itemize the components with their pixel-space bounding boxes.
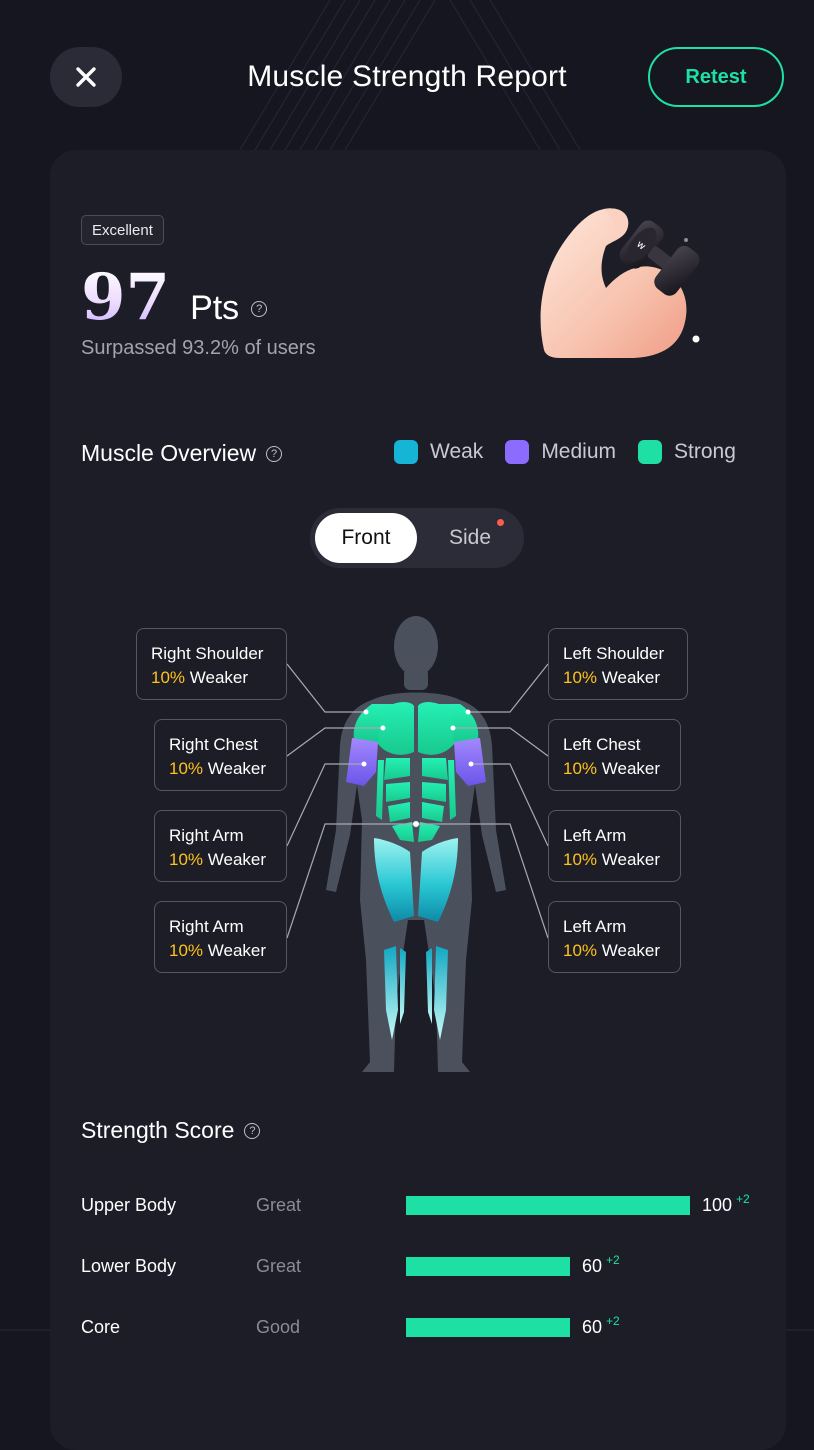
label-left-shoulder[interactable]: Left Shoulder 10% Weaker: [548, 628, 688, 700]
rating-badge: Excellent: [81, 215, 164, 245]
label-name: Left Chest: [563, 735, 641, 754]
strength-bar: [406, 1195, 690, 1215]
label-status: 10% Weaker: [151, 666, 272, 690]
label-left-arm[interactable]: Left Arm 10% Weaker: [548, 810, 681, 882]
tab-front[interactable]: Front: [315, 513, 417, 563]
label-status-text: Weaker: [207, 941, 267, 960]
strength-bar: [406, 1317, 570, 1337]
label-percent: 10%: [169, 850, 204, 869]
label-status-text: Weaker: [189, 668, 249, 687]
label-name: Left Arm: [563, 826, 627, 845]
strength-value: 100 +2: [702, 1191, 750, 1216]
strength-row-name: Lower Body: [81, 1255, 177, 1276]
top-bar: Muscle Strength Report Retest: [0, 0, 814, 150]
legend-label: Weak: [430, 440, 484, 463]
strength-row-core: Core Good 60 +2: [81, 1312, 620, 1342]
strength-value-text: 60: [582, 1255, 603, 1276]
legend-label: Strong: [674, 440, 736, 463]
label-status-text: Weaker: [601, 668, 661, 687]
strength-score-title: Strength Score ?: [81, 1117, 261, 1144]
label-status-text: Weaker: [601, 850, 661, 869]
label-name: Right Arm: [169, 826, 244, 845]
label-name: Left Shoulder: [563, 644, 665, 663]
label-percent: 10%: [169, 759, 204, 778]
strong-swatch: [638, 440, 663, 464]
label-status: 10% Weaker: [563, 757, 666, 781]
flexed-arm-dumbbell-icon: w: [540, 208, 700, 358]
strength-value: 60 +2: [582, 1313, 620, 1338]
strength-row-lower-body: Lower Body Great 60 +2: [81, 1251, 620, 1281]
strength-value-text: 60: [582, 1316, 603, 1337]
strength-score-label: Strength Score: [81, 1117, 235, 1143]
label-percent: 10%: [563, 850, 598, 869]
label-status: 10% Weaker: [563, 848, 666, 872]
label-status: 10% Weaker: [169, 757, 272, 781]
legend-label: Medium: [541, 440, 617, 463]
medium-swatch: [505, 440, 530, 464]
muscle-overview-title: Muscle Overview ?: [81, 440, 283, 467]
score-value: 97: [81, 260, 171, 335]
label-name: Left Arm: [563, 917, 627, 936]
legend-medium: Medium: [505, 440, 616, 464]
label-status-text: Weaker: [207, 759, 267, 778]
help-icon[interactable]: ?: [251, 301, 268, 317]
label-status: 10% Weaker: [563, 939, 666, 963]
label-status: 10% Weaker: [169, 848, 272, 872]
label-percent: 10%: [151, 668, 186, 687]
help-icon[interactable]: ?: [244, 1122, 261, 1139]
strength-row-upper-body: Upper Body Great 100 +2: [81, 1190, 750, 1220]
label-right-chest[interactable]: Right Chest 10% Weaker: [154, 719, 287, 791]
muscle-overview-label: Muscle Overview: [81, 440, 257, 466]
label-status-text: Weaker: [207, 850, 267, 869]
strength-row-level: Great: [256, 1194, 302, 1215]
label-status-text: Weaker: [601, 759, 661, 778]
muscle-legend: Weak Medium Strong: [394, 440, 736, 464]
strength-row-name: Upper Body: [81, 1194, 177, 1215]
strength-row-level: Great: [256, 1255, 302, 1276]
label-percent: 10%: [563, 759, 598, 778]
strength-value: 60 +2: [582, 1252, 620, 1277]
legend-weak: Weak: [394, 440, 483, 464]
label-left-arm-lower[interactable]: Left Arm 10% Weaker: [548, 901, 681, 973]
strength-row-name: Core: [81, 1316, 121, 1337]
label-status-text: Weaker: [601, 941, 661, 960]
label-right-shoulder[interactable]: Right Shoulder 10% Weaker: [136, 628, 287, 700]
label-right-arm-lower[interactable]: Right Arm 10% Weaker: [154, 901, 287, 973]
label-name: Right Arm: [169, 917, 244, 936]
strength-value-text: 100: [702, 1194, 733, 1215]
view-toggle: Front Side: [310, 508, 524, 568]
score-display: 97 Pts ?: [81, 260, 268, 335]
retest-button[interactable]: Retest: [648, 47, 784, 107]
tab-side[interactable]: Side: [420, 513, 520, 563]
score-unit: Pts: [190, 289, 240, 327]
strength-delta: +2: [606, 1313, 620, 1328]
legend-strong: Strong: [638, 440, 736, 464]
notification-dot: [497, 519, 504, 526]
label-name: Right Chest: [169, 735, 258, 754]
label-percent: 10%: [563, 668, 598, 687]
strength-bar: [406, 1256, 570, 1276]
weak-swatch: [394, 440, 418, 464]
strength-delta: +2: [736, 1191, 750, 1206]
help-icon[interactable]: ?: [266, 445, 283, 462]
strength-delta: +2: [606, 1252, 620, 1267]
surpassed-text: Surpassed 93.2% of users: [81, 337, 316, 359]
label-left-chest[interactable]: Left Chest 10% Weaker: [548, 719, 681, 791]
strength-row-level: Good: [256, 1316, 301, 1337]
label-right-arm[interactable]: Right Arm 10% Weaker: [154, 810, 287, 882]
label-percent: 10%: [563, 941, 598, 960]
label-status: 10% Weaker: [169, 939, 272, 963]
label-name: Right Shoulder: [151, 644, 264, 663]
label-percent: 10%: [169, 941, 204, 960]
label-status: 10% Weaker: [563, 666, 673, 690]
